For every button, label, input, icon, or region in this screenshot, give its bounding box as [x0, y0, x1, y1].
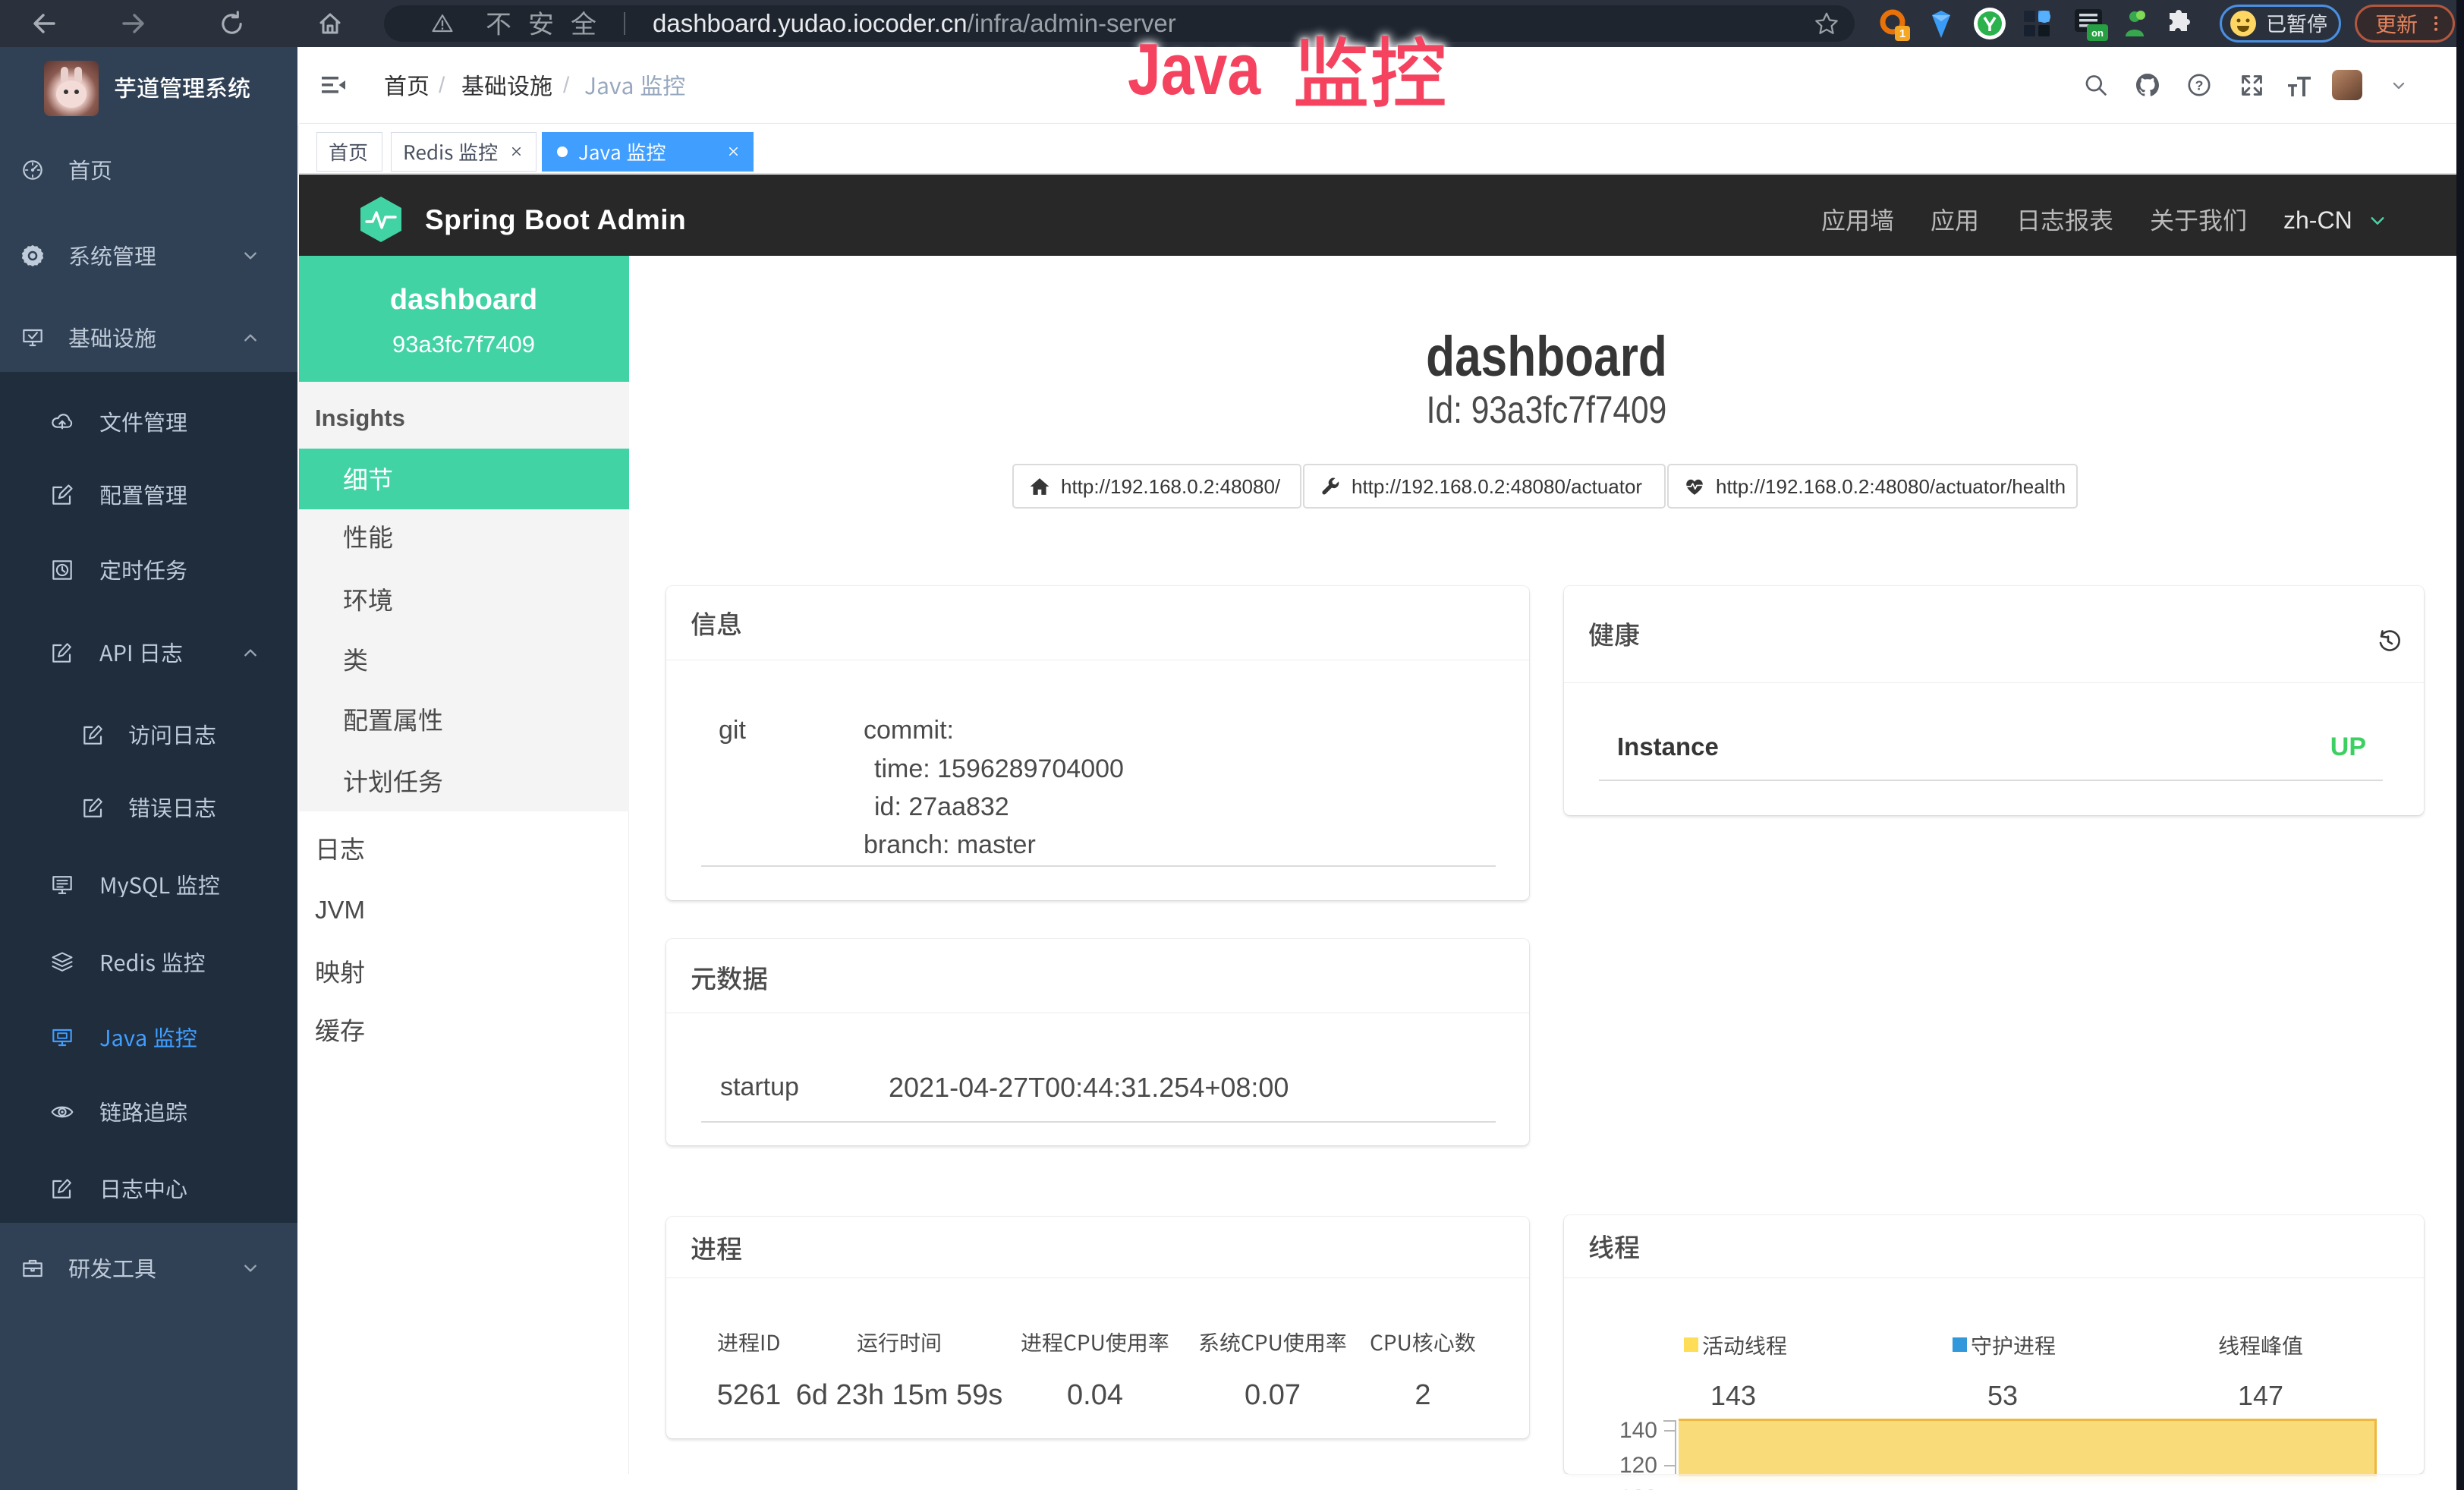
svg-text:1: 1: [1899, 27, 1905, 40]
svg-text:?: ?: [2195, 78, 2204, 93]
svg-text:on: on: [2091, 27, 2104, 39]
